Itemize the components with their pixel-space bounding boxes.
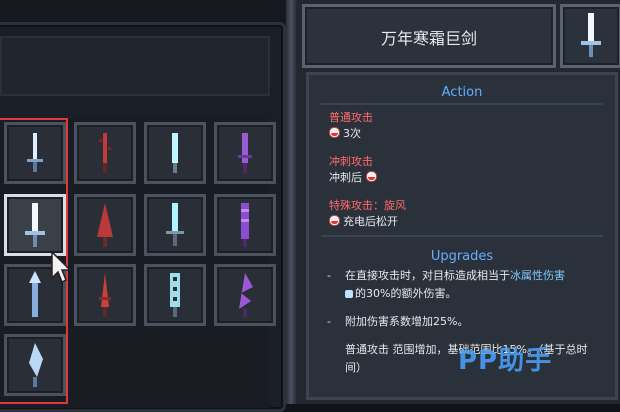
pointer-cursor-icon (51, 250, 72, 284)
weapon-name: 万年寒霜巨剑 (380, 29, 477, 48)
move-name-dash: 冲刺攻击 (329, 155, 373, 168)
upgrade-bullet: - (327, 269, 331, 282)
attack-button-icon (329, 215, 340, 226)
move-input-dash: 冲刺后 (329, 169, 380, 185)
chain-sword-icon (170, 273, 180, 317)
upgrade-item-2: 附加伤害系数增加25%。 (345, 315, 469, 328)
purple-jagged-sword-icon (239, 273, 253, 317)
cyan-longsword-icon (166, 203, 184, 246)
attack-button-icon (365, 171, 377, 182)
slot-purple-jagged-sword[interactable] (214, 264, 276, 326)
ice-element-icon (345, 290, 353, 298)
move-name-special: 特殊攻击：旋风 (329, 199, 406, 212)
red-spike-sword-icon (99, 273, 111, 317)
slot-red-serrated-sword[interactable] (74, 122, 136, 184)
red-serrated-sword-icon (99, 133, 111, 173)
move-input-special: 充电后松开 (329, 213, 398, 229)
upgrade-bullet: - (327, 315, 331, 328)
upgrade-item-1: 在直接攻击时，对目标造成相当于冰属性伤害 的30%的额外伤害。 (345, 269, 565, 300)
inventory-header-bar (0, 36, 270, 96)
red-thorn-sword-icon (97, 203, 113, 247)
purple-twisted-sword-icon (241, 203, 249, 247)
action-separator (321, 103, 603, 105)
inventory-panel (0, 0, 290, 412)
slot-chain-sword[interactable] (144, 264, 206, 326)
move-name-normal: 普通攻击 (329, 111, 373, 124)
weapon-title-box: 万年寒霜巨剑 (302, 4, 556, 68)
upgrades-separator (321, 235, 603, 237)
slot-purple-twisted-sword[interactable] (214, 194, 276, 256)
frost-greatsword-icon (581, 13, 601, 57)
weapon-icon-box (560, 4, 620, 68)
attack-button-icon (329, 127, 340, 138)
slot-red-thorn-sword[interactable] (74, 194, 136, 256)
upgrades-heading: Upgrades (430, 249, 494, 264)
move-input-normal: 3次 (329, 125, 361, 141)
slot-cyan-longsword[interactable] (144, 194, 206, 256)
slot-cyan-sword[interactable] (144, 122, 206, 184)
action-heading: Action (441, 85, 483, 100)
panel-divider (286, 0, 296, 404)
cyan-sword-icon (172, 133, 178, 173)
watermark: PP助手 (458, 346, 553, 376)
slot-red-spike-sword[interactable] (74, 264, 136, 326)
slot-purple-sword[interactable] (214, 122, 276, 184)
purple-sword-icon (238, 133, 252, 173)
